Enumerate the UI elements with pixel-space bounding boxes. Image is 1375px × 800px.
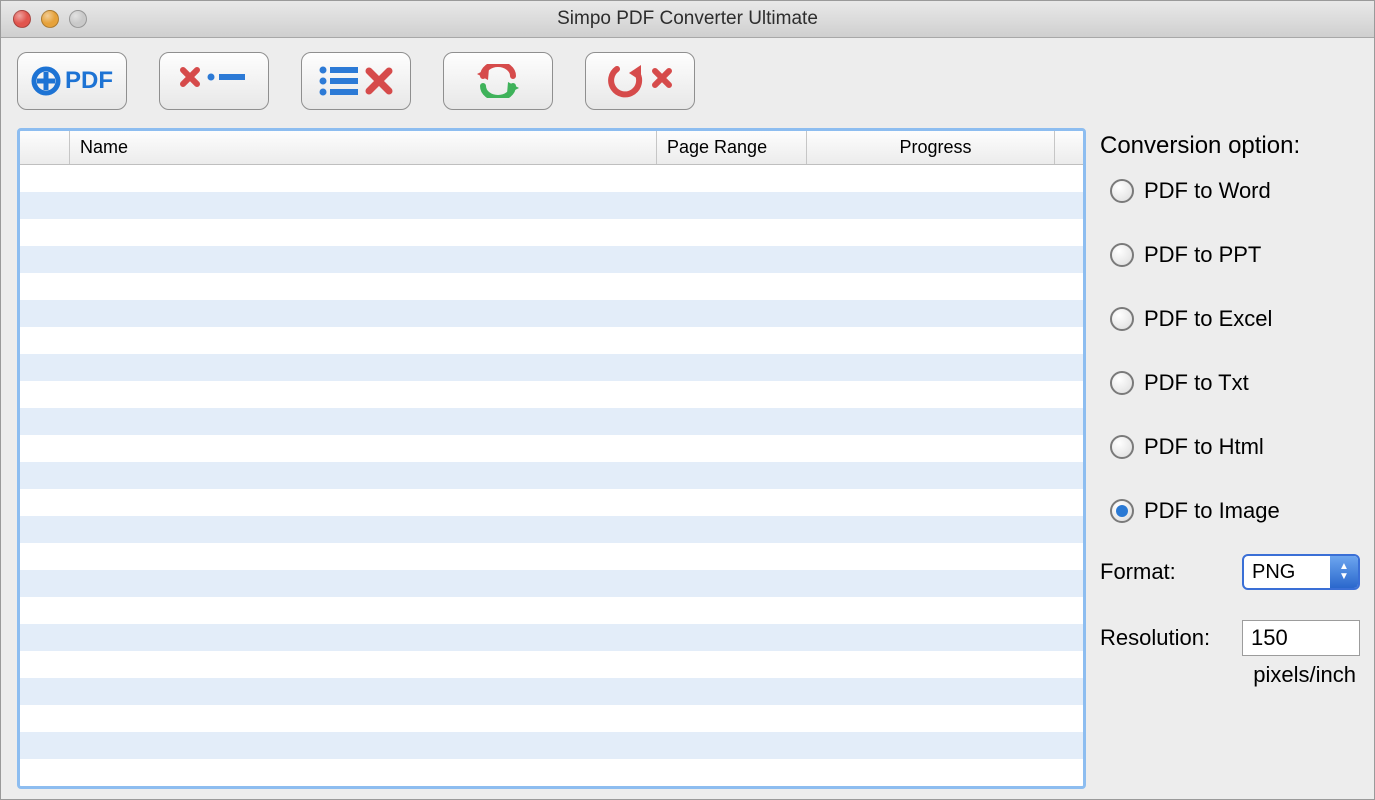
select-arrows-icon: ▲▼	[1330, 556, 1358, 588]
table-row[interactable]	[20, 597, 1083, 624]
resolution-input[interactable]: 150	[1242, 620, 1360, 656]
table-row[interactable]	[20, 570, 1083, 597]
file-list-rows	[20, 165, 1083, 786]
column-name[interactable]: Name	[70, 131, 657, 164]
option-pdf-to-ppt[interactable]: PDF to PPT	[1110, 242, 1360, 268]
radio-icon	[1110, 243, 1134, 267]
resolution-unit: pixels/inch	[1100, 662, 1360, 688]
option-pdf-to-image[interactable]: PDF to Image	[1110, 498, 1360, 524]
table-row[interactable]	[20, 678, 1083, 705]
option-label: PDF to Html	[1144, 434, 1264, 460]
cancel-convert-button[interactable]	[585, 52, 695, 110]
column-tail	[1055, 131, 1083, 164]
radio-icon	[1110, 179, 1134, 203]
table-row[interactable]	[20, 759, 1083, 786]
table-row[interactable]	[20, 354, 1083, 381]
resolution-row: Resolution: 150	[1100, 620, 1360, 656]
clear-list-button[interactable]	[301, 52, 411, 110]
column-progress[interactable]: Progress	[807, 131, 1055, 164]
traffic-lights	[13, 10, 87, 28]
zoom-window-button[interactable]	[69, 10, 87, 28]
option-pdf-to-txt[interactable]: PDF to Txt	[1110, 370, 1360, 396]
table-row[interactable]	[20, 192, 1083, 219]
table-row[interactable]	[20, 651, 1083, 678]
table-row[interactable]	[20, 462, 1083, 489]
content-area: Name Page Range Progress	[1, 124, 1374, 799]
option-label: PDF to Image	[1144, 498, 1280, 524]
table-row[interactable]	[20, 246, 1083, 273]
resolution-label: Resolution:	[1100, 625, 1210, 651]
radio-icon	[1110, 307, 1134, 331]
option-label: PDF to Excel	[1144, 306, 1272, 332]
option-label: PDF to Txt	[1144, 370, 1249, 396]
plus-circle-icon	[31, 66, 61, 96]
option-pdf-to-html[interactable]: PDF to Html	[1110, 434, 1360, 460]
remove-icon	[179, 66, 249, 96]
format-label: Format:	[1100, 559, 1176, 585]
minimize-window-button[interactable]	[41, 10, 59, 28]
option-pdf-to-excel[interactable]: PDF to Excel	[1110, 306, 1360, 332]
option-pdf-to-word[interactable]: PDF to Word	[1110, 178, 1360, 204]
titlebar: Simpo PDF Converter Ultimate	[1, 1, 1374, 38]
table-row[interactable]	[20, 165, 1083, 192]
table-row[interactable]	[20, 705, 1083, 732]
table-row[interactable]	[20, 327, 1083, 354]
table-row[interactable]	[20, 408, 1083, 435]
cancel-convert-icon	[605, 63, 675, 99]
option-label: PDF to Word	[1144, 178, 1271, 204]
table-row[interactable]	[20, 273, 1083, 300]
conversion-panel: Conversion option: PDF to Word PDF to PP…	[1096, 128, 1364, 789]
close-window-button[interactable]	[13, 10, 31, 28]
refresh-icon	[475, 64, 521, 98]
table-row[interactable]	[20, 624, 1083, 651]
radio-icon	[1110, 435, 1134, 459]
conversion-options: PDF to Word PDF to PPT PDF to Excel PDF …	[1110, 178, 1360, 524]
option-label: PDF to PPT	[1144, 242, 1261, 268]
window-title: Simpo PDF Converter Ultimate	[1, 8, 1374, 30]
table-row[interactable]	[20, 219, 1083, 246]
refresh-button[interactable]	[443, 52, 553, 110]
conversion-title: Conversion option:	[1100, 132, 1360, 160]
column-index[interactable]	[20, 131, 70, 164]
table-row[interactable]	[20, 516, 1083, 543]
file-list-header: Name Page Range Progress	[20, 131, 1083, 165]
remove-item-button[interactable]	[159, 52, 269, 110]
file-list: Name Page Range Progress	[17, 128, 1086, 789]
add-pdf-button[interactable]: PDF	[17, 52, 127, 110]
toolbar: PDF	[1, 38, 1374, 124]
format-select[interactable]: PNG ▲▼	[1242, 554, 1360, 590]
table-row[interactable]	[20, 381, 1083, 408]
radio-icon	[1110, 499, 1134, 523]
format-value: PNG	[1244, 561, 1330, 584]
table-row[interactable]	[20, 435, 1083, 462]
table-row[interactable]	[20, 300, 1083, 327]
radio-icon	[1110, 371, 1134, 395]
column-page-range[interactable]: Page Range	[657, 131, 807, 164]
format-row: Format: PNG ▲▼	[1100, 554, 1360, 590]
table-row[interactable]	[20, 543, 1083, 570]
add-pdf-label: PDF	[65, 67, 113, 95]
app-window: Simpo PDF Converter Ultimate PDF	[0, 0, 1375, 800]
table-row[interactable]	[20, 732, 1083, 759]
clear-list-icon	[317, 65, 395, 97]
table-row[interactable]	[20, 489, 1083, 516]
resolution-value: 150	[1251, 625, 1288, 651]
